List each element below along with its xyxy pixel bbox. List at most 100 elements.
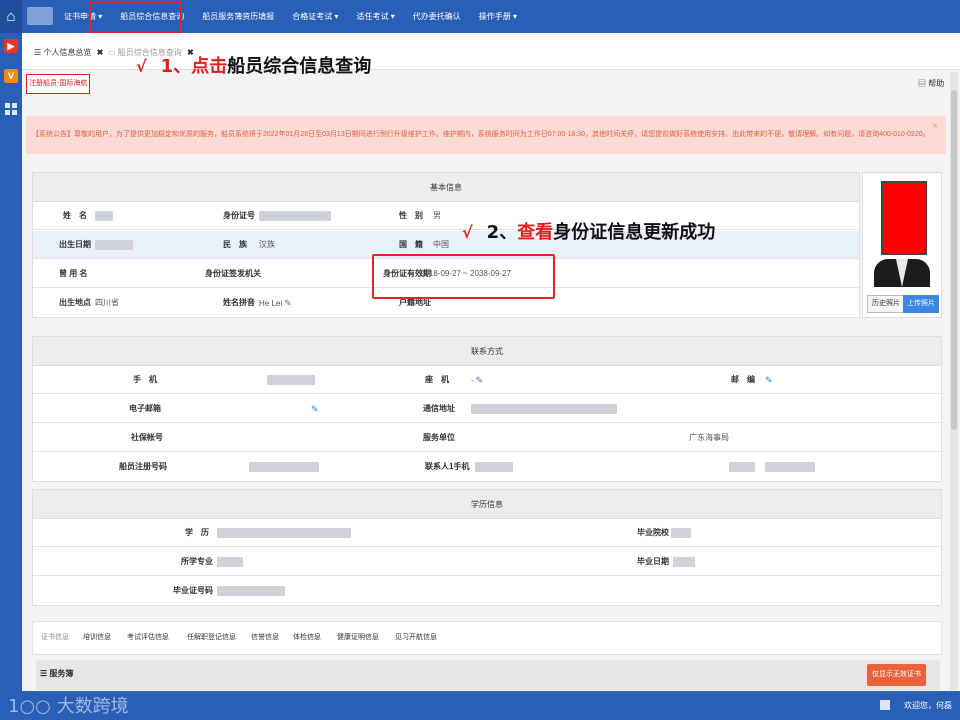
label-mobile: 手 机 — [133, 375, 157, 384]
label-education: 学 历 — [185, 528, 209, 537]
table-row: 船员注册号码 联系人1手机 — [33, 453, 941, 481]
value-postcode: ✎ — [763, 366, 773, 394]
table-row: 电子邮箱 ✎ 通信地址 — [33, 395, 941, 423]
value-landline: - ✎ — [471, 366, 483, 394]
edit-icon[interactable]: ✎ — [476, 375, 484, 385]
status-bar — [0, 691, 960, 720]
value-diploma-no — [217, 577, 285, 605]
step-number: 2、 — [486, 222, 518, 243]
tab-exam-info[interactable]: 考试评估信息 — [127, 622, 169, 654]
label-address: 通信地址 — [423, 404, 455, 413]
nav-proxy-confirm[interactable]: 代办委托确认 — [413, 0, 461, 33]
service-book-section: ☰ 服务簿 仅显示无效证书 — [36, 660, 940, 690]
table-row: 社保帐号 服务单位 广东海事局 — [33, 424, 941, 452]
value-birth-date — [95, 231, 133, 259]
nav-qualification-exam[interactable]: 合格证考试 ▾ — [292, 0, 338, 33]
label-birth-place: 出生地点 — [59, 298, 91, 307]
label-major: 所学专业 — [181, 557, 213, 566]
app-logo — [27, 7, 53, 25]
list-icon: ☰ — [34, 48, 42, 57]
notice-text: 【系统公告】尊敬的用户，为了提供更加稳定和优质的服务，船员系统将于2022年01… — [32, 131, 930, 138]
close-icon[interactable]: × — [932, 122, 938, 132]
label-registration-no: 船员注册号码 — [119, 462, 167, 471]
grid-icon[interactable] — [5, 103, 17, 115]
left-rail: ▶ V — [0, 33, 22, 691]
label-birth-date: 出生日期 — [59, 240, 91, 249]
breadcrumb: 注册船员-国际海航 — [26, 74, 91, 94]
detail-tabs: 证书信息 培训信息 考试评估信息 任解职登记信息 信誉信息 体检信息 健康证明信… — [32, 621, 942, 655]
education-panel: 学历信息 学 历 毕业院校 所学专业 毕业日期 毕业证号码 — [32, 489, 942, 606]
v-icon[interactable]: V — [4, 69, 18, 83]
nav-service-book[interactable]: 船员服务簿资历填报 — [202, 0, 274, 33]
value-contact-mobile — [475, 453, 513, 481]
tab-certificate-info[interactable]: 证书信息 — [41, 622, 69, 654]
step-text: 身份证信息更新成功 — [553, 222, 716, 243]
step-number: 1、 — [160, 56, 192, 77]
value-address — [471, 395, 617, 423]
upload-photo-button[interactable]: 上传照片 — [903, 295, 939, 313]
label-landline: 座 机 — [425, 375, 449, 384]
history-photo-button[interactable]: 历史照片 — [867, 295, 905, 313]
nav-manual[interactable]: 操作手册 ▾ — [479, 0, 517, 33]
video-icon[interactable]: ▶ — [4, 39, 18, 53]
edit-icon[interactable]: ✎ — [284, 298, 292, 308]
table-row: 学 历 毕业院校 — [33, 519, 941, 547]
edit-icon[interactable]: ✎ — [765, 375, 773, 385]
grid-icon[interactable] — [880, 700, 890, 710]
value-name — [95, 202, 113, 230]
scrollbar-thumb[interactable] — [951, 90, 957, 430]
section-title: 联系方式 — [33, 337, 941, 366]
value-registration-no — [249, 453, 319, 481]
check-mark: √ — [136, 57, 147, 76]
step-text: 船员综合信息查询 — [227, 56, 372, 77]
tab-appointment-info[interactable]: 任解职登记信息 — [187, 622, 236, 654]
label-graduation-date: 毕业日期 — [637, 557, 669, 566]
photo-area: 历史照片 上传照片 — [862, 172, 942, 318]
table-row: 所学专业 毕业日期 — [33, 548, 941, 576]
value-work-unit: 广东海事局 — [689, 433, 729, 442]
label-ethnicity: 民 族 — [223, 240, 247, 249]
table-row: 姓 名 身份证号 性 别 男 — [33, 202, 859, 230]
tab-health-cert-info[interactable]: 健康证明信息 — [337, 622, 379, 654]
value-ethnicity: 汉族 — [259, 240, 275, 249]
tab-internship-info[interactable]: 见习开航信息 — [395, 622, 437, 654]
tab-training-info[interactable]: 培训信息 — [83, 622, 111, 654]
label-former-name: 曾 用 名 — [59, 269, 88, 278]
label-id-issuer: 身份证签发机关 — [205, 269, 261, 278]
annotation-step-2: √ 2、查看身份证信息更新成功 — [462, 218, 715, 244]
contact-panel: 联系方式 手 机 座 机 - ✎ 邮 编 ✎ 电子邮箱 ✎ 通信地址 社保帐号 服… — [32, 336, 942, 482]
value-major — [217, 548, 243, 576]
label-gender: 性 别 — [399, 211, 423, 220]
table-row: 毕业证号码 — [33, 577, 941, 605]
watermark: 1○○ 大数跨境 — [8, 696, 129, 717]
value-id-number — [259, 202, 331, 230]
value-education — [217, 519, 351, 547]
help-link[interactable]: ▤ 帮助 — [918, 78, 944, 89]
value-mobile — [267, 366, 315, 394]
tab-personal-overview[interactable]: ☰ 个人信息总览 ✖ — [28, 42, 109, 64]
label-social-security: 社保帐号 — [131, 433, 163, 442]
tab-credit-info[interactable]: 信誉信息 — [251, 622, 279, 654]
value-contact-extra — [729, 453, 815, 481]
value-school — [671, 519, 691, 547]
label-school: 毕业院校 — [637, 528, 669, 537]
tab-medical-info[interactable]: 体检信息 — [293, 622, 321, 654]
nav-competency-exam[interactable]: 适任考试 ▾ — [357, 0, 395, 33]
highlight-box-nav — [89, 1, 182, 34]
table-row: 手 机 座 机 - ✎ 邮 编 ✎ — [33, 366, 941, 394]
value-email: ✎ — [309, 395, 319, 423]
highlight-box-id-validity — [372, 254, 555, 299]
crew-photo — [874, 179, 930, 287]
edit-icon[interactable]: ✎ — [311, 404, 319, 414]
welcome-text: 欢迎您，何磊 — [904, 701, 952, 710]
photo-redaction — [881, 181, 927, 255]
annotation-step-1: √ 1、点击船员综合信息查询 — [136, 52, 371, 78]
label-email: 电子邮箱 — [129, 404, 161, 413]
label-postcode: 邮 编 — [731, 375, 755, 384]
service-book-header: ☰ 服务簿 — [40, 668, 73, 679]
only-invalid-certificates-button[interactable]: 仅显示无效证书 — [867, 664, 926, 686]
book-icon: ▤ — [918, 79, 929, 88]
list-icon: ☰ — [40, 669, 50, 678]
home-icon[interactable]: ⌂ — [0, 0, 22, 33]
label-name: 姓 名 — [63, 211, 87, 220]
